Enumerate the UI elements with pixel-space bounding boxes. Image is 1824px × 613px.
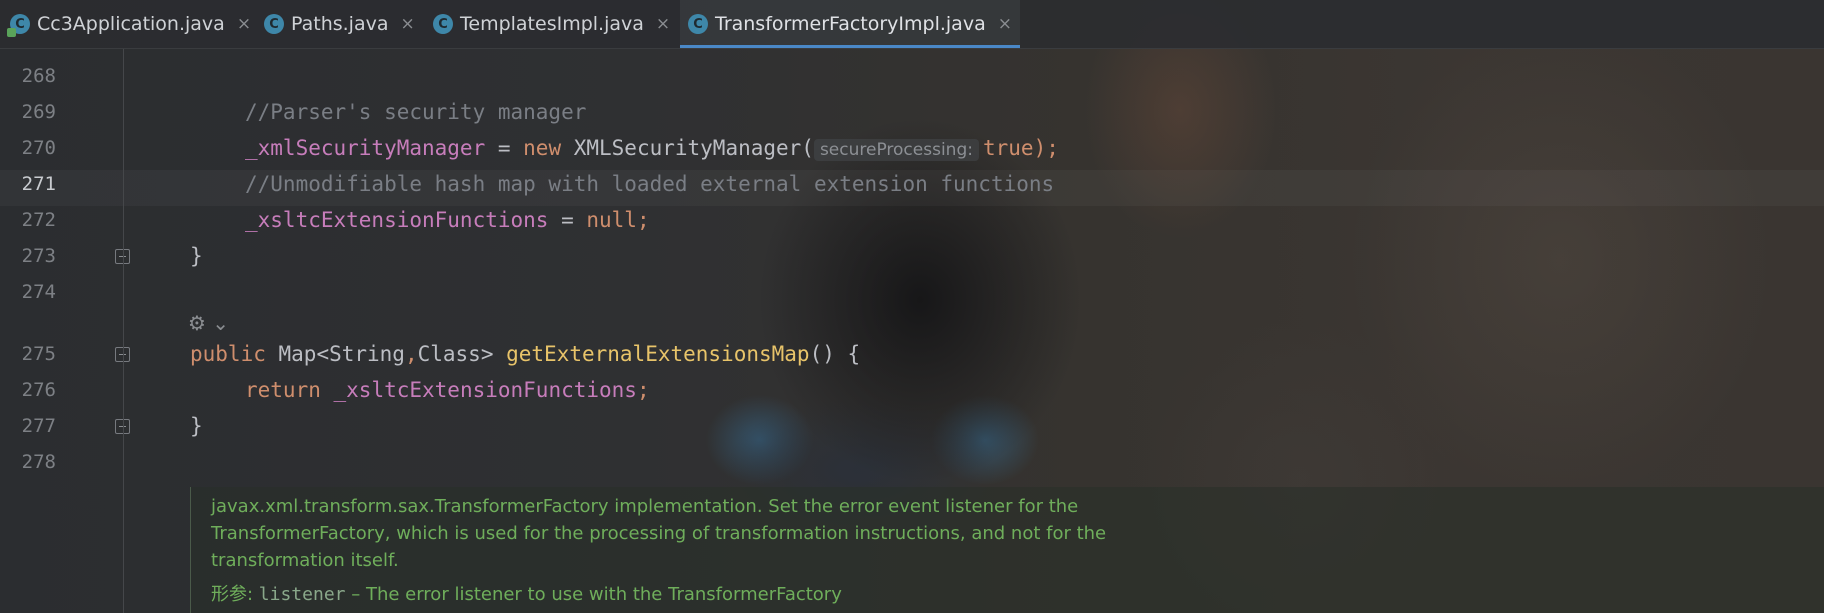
line-number: 273 — [21, 245, 56, 267]
line-number-current: 271 — [21, 173, 56, 195]
tab-label: Cc3Application.java — [37, 13, 225, 35]
doc-param-line: 形参: listener – The error listener to use… — [211, 584, 842, 605]
line-number: 274 — [21, 281, 56, 303]
parameter-hint: secureProcessing: — [813, 139, 979, 161]
doc-text-line: transformation itself. — [211, 550, 399, 571]
close-icon[interactable]: × — [998, 14, 1012, 34]
line-number: 278 — [21, 451, 56, 473]
code-line-270: _xmlSecurityManager = new XMLSecurityMan… — [245, 136, 1059, 161]
line-number: 269 — [21, 101, 56, 123]
doc-param-name: listener — [258, 584, 346, 605]
doc-text-line: javax.xml.transform.sax.TransformerFacto… — [211, 496, 1079, 517]
class-icon: C — [688, 14, 708, 34]
class-run-icon: C — [7, 14, 30, 37]
class-icon: C — [264, 14, 284, 34]
tab-label: Paths.java — [291, 13, 389, 35]
editor-tab-bar: C Cc3Application.java × C Paths.java × C… — [0, 0, 1824, 49]
inlay-settings-icon[interactable]: ⚙ ⌄ — [188, 311, 229, 335]
class-icon: C — [433, 14, 453, 34]
line-number: 275 — [21, 343, 56, 365]
close-icon[interactable]: × — [656, 14, 670, 34]
tab-label: TransformerFactoryImpl.java — [715, 13, 986, 35]
code-line-271: //Unmodifiable hash map with loaded exte… — [245, 172, 1055, 196]
tab-label: TemplatesImpl.java — [460, 13, 644, 35]
line-number: 272 — [21, 209, 56, 231]
line-number: 276 — [21, 379, 56, 401]
close-icon[interactable]: × — [401, 14, 415, 34]
code-line-272: _xsltcExtensionFunctions = null; — [245, 208, 650, 232]
line-number: 270 — [21, 137, 56, 159]
tab-paths[interactable]: C Paths.java × — [264, 0, 415, 48]
doc-text-line: TransformerFactory, which is used for th… — [211, 523, 1107, 544]
code-line-269: //Parser's security manager — [245, 100, 587, 124]
code-line-277: } — [190, 414, 203, 438]
code-line-273: } — [190, 244, 203, 268]
tab-transformerfactoryimpl[interactable]: C TransformerFactoryImpl.java × — [680, 0, 1020, 48]
code-line-275: public Map<String,Class> getExternalExte… — [190, 342, 861, 366]
line-number: 277 — [21, 415, 56, 437]
close-icon[interactable]: × — [237, 14, 251, 34]
tab-cc3application[interactable]: C Cc3Application.java × — [7, 0, 251, 48]
rendered-javadoc: javax.xml.transform.sax.TransformerFacto… — [190, 487, 1824, 613]
code-line-276: return _xsltcExtensionFunctions; — [245, 378, 650, 402]
gutter-divider — [123, 48, 124, 613]
line-number: 268 — [21, 65, 56, 87]
line-number-gutter: 268 269 270 271 272 273 274 275 276 277 … — [0, 48, 130, 613]
tab-templatesimpl[interactable]: C TemplatesImpl.java × — [433, 0, 670, 48]
